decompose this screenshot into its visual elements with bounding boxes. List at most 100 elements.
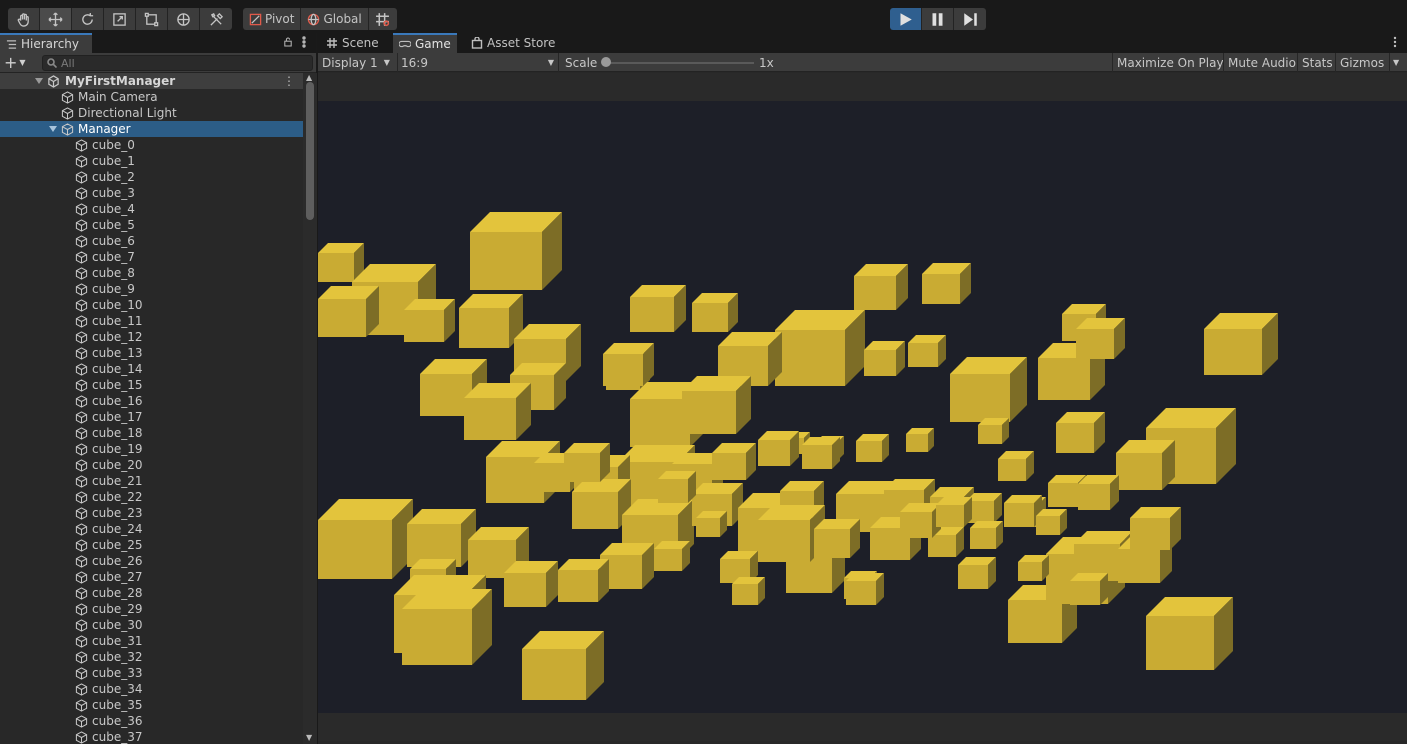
tab-scene[interactable]: Scene [320, 33, 385, 53]
cube-mesh [522, 631, 604, 700]
gizmos-dropdown[interactable]: ▼ [1389, 53, 1402, 72]
more-options-icon[interactable] [1393, 36, 1397, 51]
scale-slider-track[interactable] [606, 62, 754, 64]
display-dropdown[interactable]: Display 1 ▼ [322, 53, 390, 72]
aspect-dropdown[interactable]: 16:9 ▼ [401, 53, 556, 72]
play-button[interactable] [890, 8, 922, 30]
hierarchy-item-cube[interactable]: cube_5 [0, 217, 303, 233]
global-toggle[interactable]: Global [301, 8, 369, 30]
hierarchy-item-cube[interactable]: cube_26 [0, 553, 303, 569]
hand-tool-button[interactable] [8, 8, 40, 30]
gizmos-toggle[interactable]: Gizmos [1335, 53, 1388, 72]
hierarchy-item-cube[interactable]: cube_10 [0, 297, 303, 313]
hierarchy-item-main-camera[interactable]: Main Camera [0, 89, 303, 105]
hierarchy-item-cube[interactable]: cube_13 [0, 345, 303, 361]
unity-scene-icon [48, 75, 59, 88]
expand-arrow-icon[interactable] [49, 125, 57, 133]
transform-tool-button[interactable] [168, 8, 200, 30]
create-dropdown-button[interactable]: + ▼ [4, 55, 34, 71]
hierarchy-item-cube[interactable]: cube_17 [0, 409, 303, 425]
hierarchy-item-cube[interactable]: cube_8 [0, 265, 303, 281]
hierarchy-item-cube[interactable]: cube_22 [0, 489, 303, 505]
game-viewport[interactable] [318, 101, 1407, 713]
hierarchy-item-cube[interactable]: cube_32 [0, 649, 303, 665]
step-button[interactable] [954, 8, 986, 30]
hierarchy-item-cube[interactable]: cube_12 [0, 329, 303, 345]
gameobject-icon [75, 411, 88, 424]
scrollbar-thumb[interactable] [306, 82, 314, 220]
stats-toggle[interactable]: Stats [1297, 53, 1337, 72]
maximize-on-play-toggle[interactable]: Maximize On Play [1112, 53, 1228, 72]
hierarchy-scrollbar[interactable]: ▲ ▼ [303, 73, 317, 744]
hierarchy-item-cube[interactable]: cube_6 [0, 233, 303, 249]
hierarchy-item-directional-light[interactable]: Directional Light [0, 105, 303, 121]
hierarchy-item-manager[interactable]: Manager [0, 121, 303, 137]
hierarchy-item-cube[interactable]: cube_24 [0, 521, 303, 537]
custom-tool-button[interactable] [200, 8, 232, 30]
hierarchy-item-cube[interactable]: cube_30 [0, 617, 303, 633]
hierarchy-item-cube[interactable]: cube_4 [0, 201, 303, 217]
hierarchy-item-cube[interactable]: cube_2 [0, 169, 303, 185]
expand-arrow-icon[interactable] [35, 77, 43, 85]
hierarchy-item-label: cube_33 [92, 666, 143, 680]
cube-mesh [854, 264, 908, 310]
hierarchy-item-cube[interactable]: cube_33 [0, 665, 303, 681]
gameobject-icon [75, 555, 88, 568]
move-tool-button[interactable] [40, 8, 72, 30]
hierarchy-item-cube[interactable]: cube_34 [0, 681, 303, 697]
rotate-tool-button[interactable] [72, 8, 104, 30]
hierarchy-item-cube[interactable]: cube_14 [0, 361, 303, 377]
cube-mesh [318, 286, 379, 337]
hierarchy-tab-label: Hierarchy [21, 37, 80, 51]
cube-mesh [922, 263, 971, 304]
hierarchy-item-cube[interactable]: cube_25 [0, 537, 303, 553]
view-tabbar: Scene Game Asset Store [318, 33, 1407, 53]
hierarchy-item-cube[interactable]: cube_19 [0, 441, 303, 457]
hierarchy-item-cube[interactable]: cube_28 [0, 585, 303, 601]
hierarchy-item-cube[interactable]: cube_16 [0, 393, 303, 409]
hierarchy-item-cube[interactable]: cube_7 [0, 249, 303, 265]
hierarchy-search[interactable] [42, 55, 313, 71]
gameobject-icon [75, 363, 88, 376]
tab-game[interactable]: Game [393, 33, 457, 53]
scene-more-icon[interactable]: ⋮ [283, 74, 295, 88]
hierarchy-item-cube[interactable]: cube_1 [0, 153, 303, 169]
rect-tool-button[interactable] [136, 8, 168, 30]
tab-hierarchy[interactable]: Hierarchy [0, 33, 92, 53]
scroll-down-icon[interactable]: ▼ [306, 733, 312, 742]
grid-snap-button[interactable] [368, 8, 397, 30]
hierarchy-item-cube[interactable]: cube_9 [0, 281, 303, 297]
hierarchy-item-cube[interactable]: cube_11 [0, 313, 303, 329]
cube-mesh [603, 343, 654, 386]
search-input[interactable] [61, 56, 281, 70]
hierarchy-item-cube[interactable]: cube_15 [0, 377, 303, 393]
plus-icon: + [4, 53, 18, 72]
tab-asset-store[interactable]: Asset Store [465, 33, 561, 53]
step-icon [963, 12, 977, 26]
hierarchy-item-cube[interactable]: cube_21 [0, 473, 303, 489]
hierarchy-item-cube[interactable]: cube_23 [0, 505, 303, 521]
pivot-toggle[interactable]: Pivot [243, 8, 302, 30]
gameobject-icon [75, 219, 88, 232]
hierarchy-item-cube[interactable]: cube_20 [0, 457, 303, 473]
scale-tool-button[interactable] [104, 8, 136, 30]
lock-icon[interactable] [284, 36, 292, 48]
gameobject-icon [75, 251, 88, 264]
gameobject-icon [75, 587, 88, 600]
hierarchy-item-cube[interactable]: cube_27 [0, 569, 303, 585]
hierarchy-item-label: cube_15 [92, 378, 143, 392]
hierarchy-item-cube[interactable]: cube_35 [0, 697, 303, 713]
hierarchy-item-cube[interactable]: cube_36 [0, 713, 303, 729]
mute-audio-toggle[interactable]: Mute Audio [1223, 53, 1300, 72]
scroll-up-icon[interactable]: ▲ [306, 73, 312, 82]
scene-row[interactable]: MyFirstManager ⋮ [0, 73, 303, 89]
hierarchy-item-cube[interactable]: cube_31 [0, 633, 303, 649]
hierarchy-item-cube[interactable]: cube_18 [0, 425, 303, 441]
hierarchy-item-cube[interactable]: cube_29 [0, 601, 303, 617]
hierarchy-item-cube[interactable]: cube_37 [0, 729, 303, 744]
hierarchy-item-cube[interactable]: cube_3 [0, 185, 303, 201]
pause-button[interactable] [922, 8, 954, 30]
scale-slider-handle[interactable] [601, 57, 611, 67]
hierarchy-item-cube[interactable]: cube_0 [0, 137, 303, 153]
more-options-icon[interactable] [300, 36, 308, 48]
